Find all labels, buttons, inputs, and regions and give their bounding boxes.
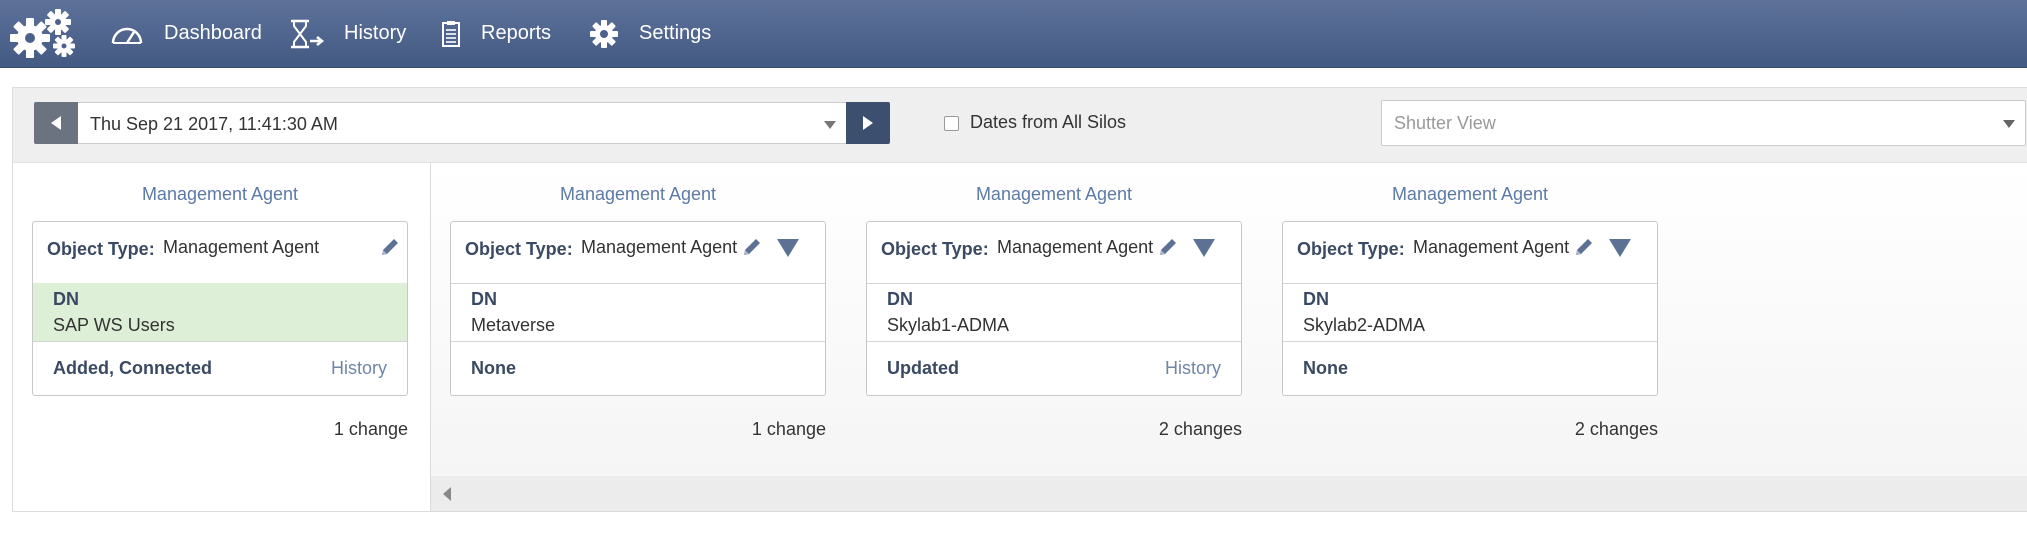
triangle-down-icon[interactable] bbox=[777, 239, 799, 257]
pencil-icon[interactable] bbox=[741, 236, 763, 258]
nav-dashboard[interactable]: Dashboard bbox=[110, 0, 262, 67]
chevron-down-icon bbox=[824, 121, 836, 129]
pencil-icon[interactable] bbox=[1573, 236, 1595, 258]
column-title: Management Agent bbox=[559, 184, 717, 204]
triangle-left-icon bbox=[51, 116, 61, 130]
scroll-left-icon[interactable] bbox=[443, 487, 451, 501]
horizontal-scrollbar[interactable] bbox=[431, 476, 2027, 511]
dn-label: DN bbox=[887, 289, 913, 309]
pencil-icon[interactable] bbox=[379, 236, 401, 258]
triangle-right-icon bbox=[863, 116, 873, 130]
dates-all-silos-checkbox[interactable] bbox=[944, 116, 959, 131]
change-count: 2 changes bbox=[1158, 419, 1242, 439]
status-text: Added, Connected bbox=[53, 358, 213, 378]
gauge-icon bbox=[111, 27, 143, 44]
column-title: Management Agent bbox=[975, 184, 1133, 204]
change-count: 1 change bbox=[333, 419, 408, 439]
view-select[interactable]: Shutter View bbox=[1381, 100, 2026, 146]
object-type-value: Management Agent bbox=[997, 237, 1154, 257]
dates-all-silos-label[interactable]: Dates from All Silos bbox=[970, 112, 1126, 133]
view-select-placeholder: Shutter View bbox=[1394, 113, 1496, 133]
pencil-icon[interactable] bbox=[1157, 236, 1179, 258]
nav-reports[interactable]: Reports bbox=[441, 0, 551, 67]
next-date-button[interactable] bbox=[846, 102, 890, 144]
dn-label: DN bbox=[1303, 289, 1329, 309]
card-footer: Added, Connected History bbox=[33, 342, 407, 395]
nav-reports-label: Reports bbox=[481, 22, 552, 44]
hourglass-icon bbox=[291, 19, 324, 48]
status-text: Updated bbox=[887, 358, 959, 378]
object-type-value: Management Agent bbox=[163, 237, 320, 257]
date-select[interactable]: Thu Sep 21 2017, 11:41:30 AM bbox=[78, 102, 846, 144]
clipboard-icon bbox=[442, 20, 460, 47]
object-card: Object Type: Management Agent DN SAP WS … bbox=[32, 221, 408, 396]
toolbar: Thu Sep 21 2017, 11:41:30 AM Dates from … bbox=[13, 88, 2027, 163]
triangle-down-icon[interactable] bbox=[1193, 239, 1215, 257]
card-header: Object Type: Management Agent bbox=[1283, 222, 1657, 284]
dn-value: Metaverse bbox=[471, 315, 556, 335]
object-type-label: Object Type: bbox=[1297, 239, 1405, 259]
dn-label: DN bbox=[471, 289, 497, 309]
card-dn-section: DN Skylab1-ADMA bbox=[867, 283, 1241, 342]
card-footer: None bbox=[1283, 342, 1657, 395]
previous-date-button[interactable] bbox=[34, 102, 78, 144]
nav-history[interactable]: History bbox=[288, 0, 406, 67]
column-title: Management Agent bbox=[1391, 184, 1549, 204]
card-footer: None bbox=[451, 342, 825, 395]
object-card: Object Type: Management Agent DN Metaver… bbox=[450, 221, 826, 396]
object-type-label: Object Type: bbox=[881, 239, 989, 259]
card-dn-section: DN Skylab2-ADMA bbox=[1283, 283, 1657, 342]
history-link[interactable]: History bbox=[1165, 358, 1221, 379]
change-count: 1 change bbox=[751, 419, 826, 439]
status-text: None bbox=[1303, 358, 1348, 378]
card-dn-section: DN Metaverse bbox=[451, 283, 825, 342]
card-header: Object Type: Management Agent bbox=[33, 222, 407, 284]
card-footer: Updated History bbox=[867, 342, 1241, 395]
object-type-label: Object Type: bbox=[465, 239, 573, 259]
dn-label: DN bbox=[53, 289, 79, 309]
gears-logo-icon[interactable] bbox=[8, 4, 84, 60]
chevron-down-icon bbox=[2003, 120, 2015, 128]
object-card: Object Type: Management Agent DN Skylab2… bbox=[1282, 221, 1658, 396]
card-header: Object Type: Management Agent bbox=[451, 222, 825, 284]
dn-value: Skylab1-ADMA bbox=[887, 315, 1010, 335]
nav-history-label: History bbox=[344, 22, 407, 44]
object-type-label: Object Type: bbox=[47, 239, 155, 259]
dn-value: SAP WS Users bbox=[53, 315, 175, 335]
triangle-down-icon[interactable] bbox=[1609, 239, 1631, 257]
history-link[interactable]: History bbox=[331, 358, 387, 379]
object-type-value: Management Agent bbox=[1413, 237, 1570, 257]
status-text: None bbox=[471, 358, 516, 378]
column-title: Management Agent bbox=[141, 184, 299, 204]
object-type-value: Management Agent bbox=[581, 237, 738, 257]
object-card: Object Type: Management Agent DN Skylab1… bbox=[866, 221, 1242, 396]
nav-dashboard-label: Dashboard bbox=[164, 22, 262, 44]
dn-value: Skylab2-ADMA bbox=[1303, 315, 1426, 335]
card-dn-section: DN SAP WS Users bbox=[33, 283, 407, 342]
top-navbar: Dashboard History Reports Settings bbox=[0, 0, 2027, 68]
change-count: 2 changes bbox=[1574, 419, 1658, 439]
card-header: Object Type: Management Agent bbox=[867, 222, 1241, 284]
nav-settings-label: Settings bbox=[639, 22, 712, 44]
gear-icon bbox=[590, 19, 618, 48]
nav-settings[interactable]: Settings bbox=[589, 0, 711, 67]
date-select-value: Thu Sep 21 2017, 11:41:30 AM bbox=[90, 114, 338, 134]
